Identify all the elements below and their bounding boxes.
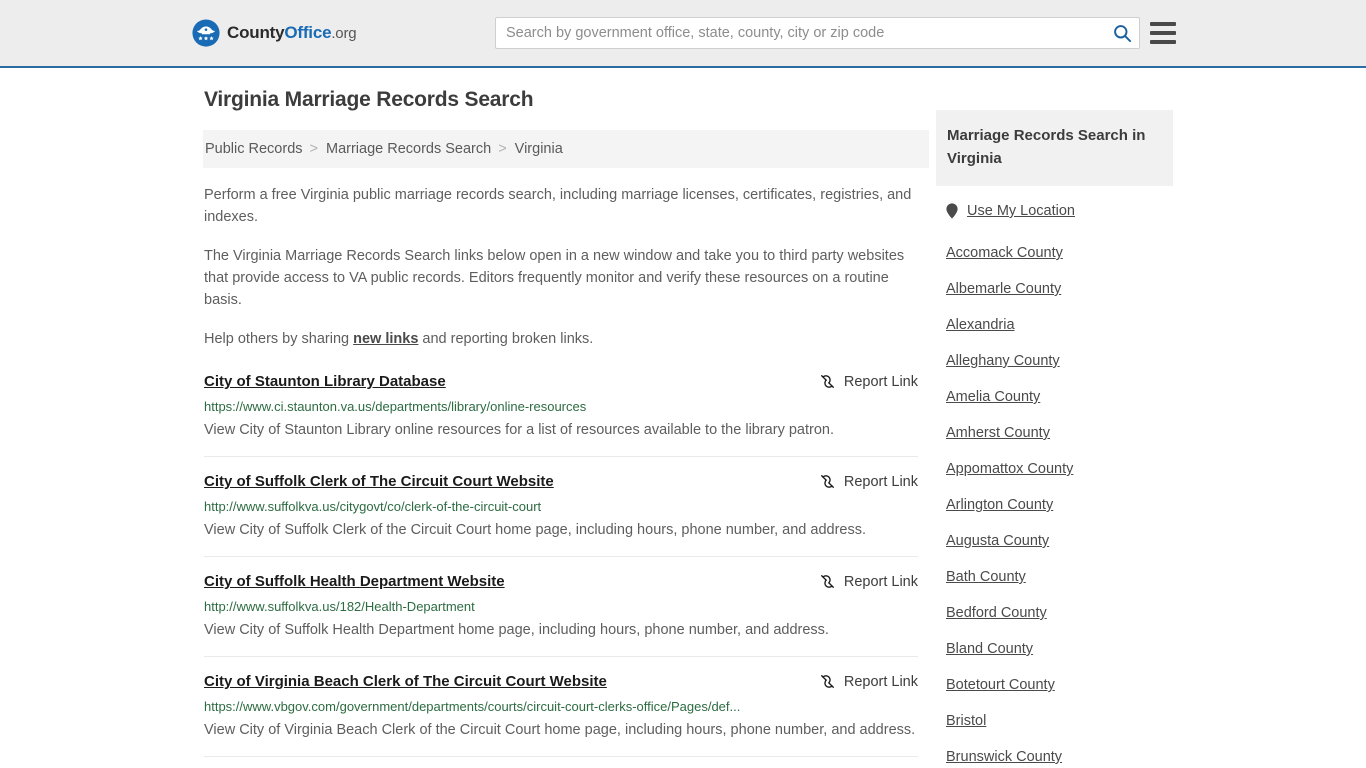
county-label: Bristol: [946, 713, 987, 729]
intro-paragraph-3: Help others by sharing new links and rep…: [204, 328, 918, 350]
page-title: Virginia Marriage Records Search: [204, 88, 534, 111]
site-logo[interactable]: CountyOffice.org: [192, 19, 357, 47]
sidebar-county-item[interactable]: Bland County: [936, 628, 1173, 664]
result-item: City of Suffolk Clerk of The Circuit Cou…: [204, 472, 918, 557]
hamburger-bar: [1150, 31, 1176, 35]
report-link-label: Report Link: [843, 373, 918, 390]
county-label: Alexandria: [946, 317, 1015, 333]
result-item: City of Virginia Beach Clerk of The Circ…: [204, 672, 918, 757]
county-label: Bedford County: [946, 605, 1047, 621]
logo-text-org: .org: [331, 25, 357, 42]
result-description: View City of Suffolk Health Department h…: [204, 622, 829, 638]
sidebar-county-item[interactable]: Bath County: [936, 556, 1173, 592]
sidebar-county-item[interactable]: Appomattox County: [936, 448, 1173, 484]
results-list: City of Staunton Library Database Report…: [204, 372, 918, 768]
sidebar-county-item[interactable]: Alleghany County: [936, 340, 1173, 376]
result-header-row: City of Staunton Library Database Report…: [204, 372, 918, 392]
map-pin-icon: [946, 203, 958, 219]
intro-3-text-after: and reporting broken links.: [418, 331, 594, 347]
report-link-button[interactable]: Report Link: [819, 572, 918, 590]
sidebar-county-list: Use My Location Accomack County Albemarl…: [936, 190, 1173, 768]
search-icon: [1113, 24, 1131, 42]
report-link-label: Report Link: [843, 573, 918, 590]
search-button[interactable]: [1105, 18, 1139, 48]
sidebar-title: Marriage Records Search in Virginia: [936, 110, 1173, 186]
breadcrumb-separator-icon: >: [309, 141, 318, 157]
logo-wordmark: CountyOffice.org: [227, 23, 357, 43]
use-my-location-label: Use My Location: [967, 203, 1075, 219]
sidebar-county-item[interactable]: Amherst County: [936, 412, 1173, 448]
intro-paragraph-2: The Virginia Marriage Records Search lin…: [204, 248, 905, 308]
report-link-label: Report Link: [843, 473, 918, 490]
sidebar-county-item[interactable]: Augusta County: [936, 520, 1173, 556]
county-label: Brunswick County: [946, 749, 1063, 765]
hamburger-bar: [1150, 22, 1176, 26]
broken-chain-icon: [820, 475, 834, 488]
sidebar-county-item[interactable]: Bristol: [936, 700, 1173, 736]
search-input[interactable]: [496, 18, 1105, 48]
main-content: Virginia Marriage Records Search Public …: [203, 88, 929, 768]
county-office-eagle-logo-icon: [192, 19, 220, 47]
result-item: City of Suffolk Health Department Websit…: [204, 572, 918, 657]
site-header: CountyOffice.org: [0, 0, 1366, 68]
intro-3-text-before: Help others by sharing: [204, 331, 354, 347]
sidebar-county-item[interactable]: Albemarle County: [936, 268, 1173, 304]
result-header-row: City of Virginia Beach Clerk of The Circ…: [204, 672, 918, 692]
broken-chain-icon: [820, 375, 834, 388]
county-label: Bland County: [946, 641, 1034, 657]
result-header-row: City of Suffolk Clerk of The Circuit Cou…: [204, 472, 918, 492]
result-url[interactable]: http://www.suffolkva.us/citygovt/co/cler…: [204, 498, 918, 515]
county-label: Appomattox County: [946, 461, 1074, 477]
breadcrumb: Public Records > Marriage Records Search…: [203, 130, 929, 168]
hamburger-bar: [1150, 40, 1176, 44]
breadcrumb-separator-icon: >: [498, 141, 507, 157]
county-label: Botetourt County: [946, 677, 1055, 693]
logo-text-county: County: [227, 23, 285, 42]
search-bar[interactable]: [495, 17, 1140, 49]
result-description: View City of Virginia Beach Clerk of the…: [204, 722, 916, 738]
result-description: View City of Suffolk Clerk of the Circui…: [204, 522, 866, 538]
county-label: Arlington County: [946, 497, 1054, 513]
broken-chain-icon: [820, 675, 834, 688]
county-label: Augusta County: [946, 533, 1050, 549]
result-title-link[interactable]: City of Virginia Beach Clerk of The Circ…: [204, 672, 607, 692]
hamburger-menu-button[interactable]: [1150, 22, 1176, 44]
sidebar-county-item[interactable]: Bedford County: [936, 592, 1173, 628]
breadcrumb-item-virginia[interactable]: Virginia: [515, 141, 563, 157]
county-label: Amelia County: [946, 389, 1041, 405]
result-item: City of Staunton Library Database Report…: [204, 372, 918, 457]
result-title-link[interactable]: City of Suffolk Clerk of The Circuit Cou…: [204, 472, 554, 492]
intro-paragraph-1: Perform a free Virginia public marriage …: [204, 187, 912, 225]
logo-text-office: Office: [284, 23, 332, 42]
sidebar: Marriage Records Search in Virginia Use …: [936, 110, 1173, 768]
result-url[interactable]: http://www.suffolkva.us/182/Health-Depar…: [204, 598, 918, 615]
county-label: Bath County: [946, 569, 1026, 585]
result-header-row: City of Suffolk Health Department Websit…: [204, 572, 918, 592]
result-description: View City of Staunton Library online res…: [204, 422, 834, 438]
report-link-button[interactable]: Report Link: [819, 472, 918, 490]
county-label: Amherst County: [946, 425, 1050, 441]
county-label: Alleghany County: [946, 353, 1060, 369]
sidebar-county-item[interactable]: Botetourt County: [936, 664, 1173, 700]
new-links-link[interactable]: new links: [353, 331, 418, 347]
sidebar-county-item[interactable]: Amelia County: [936, 376, 1173, 412]
use-my-location-button[interactable]: Use My Location: [936, 190, 1173, 232]
report-link-button[interactable]: Report Link: [819, 672, 918, 690]
county-label: Accomack County: [946, 245, 1063, 261]
broken-chain-icon: [820, 575, 834, 588]
breadcrumb-item-marriage-records-search[interactable]: Marriage Records Search: [326, 141, 491, 157]
report-link-label: Report Link: [843, 673, 918, 690]
sidebar-county-item[interactable]: Accomack County: [936, 232, 1173, 268]
result-title-link[interactable]: City of Staunton Library Database: [204, 372, 446, 392]
result-title-link[interactable]: City of Suffolk Health Department Websit…: [204, 572, 505, 592]
sidebar-county-item[interactable]: Alexandria: [936, 304, 1173, 340]
sidebar-county-item[interactable]: Arlington County: [936, 484, 1173, 520]
sidebar-county-item[interactable]: Brunswick County: [936, 736, 1173, 768]
county-label: Albemarle County: [946, 281, 1062, 297]
breadcrumb-item-public-records[interactable]: Public Records: [205, 141, 303, 157]
result-url[interactable]: https://www.ci.staunton.va.us/department…: [204, 398, 918, 415]
report-link-button[interactable]: Report Link: [819, 372, 918, 390]
result-url[interactable]: https://www.vbgov.com/government/departm…: [204, 698, 918, 715]
